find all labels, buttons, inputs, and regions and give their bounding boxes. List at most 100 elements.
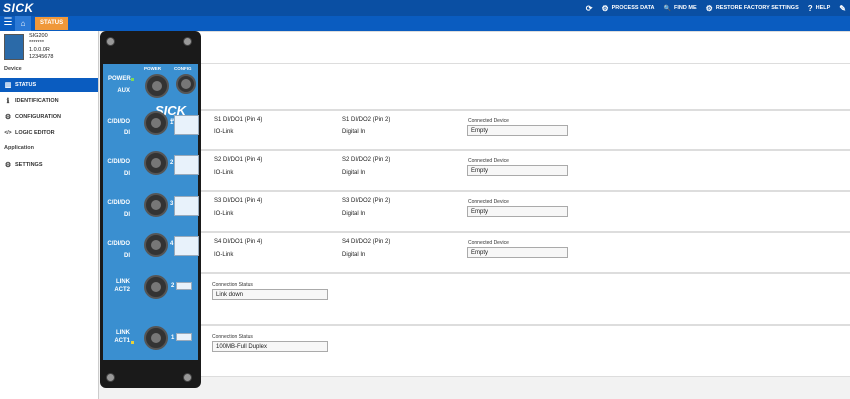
sick-logo: SICK (3, 1, 34, 15)
config-connector (176, 74, 196, 94)
section-application: Application (4, 145, 34, 151)
code-icon: </> (4, 130, 12, 136)
power-connector (145, 74, 169, 98)
process-data-label: PROCESS DATA (611, 5, 655, 11)
link1-label: LINK (116, 330, 130, 336)
section-device: Device (4, 66, 22, 72)
link-row-1: Connection Status 100MB-Full Duplex (100, 325, 850, 377)
connected-device-label: Connected Device (468, 118, 509, 124)
top-nav: ⟳ ⚙ PROCESS DATA 🔍 FIND ME ⚙ RESTORE FACTOR… (586, 0, 846, 16)
home-icon: ⌂ (20, 19, 26, 28)
chart-icon: ▥ (4, 82, 12, 89)
help-icon: ? (807, 3, 813, 13)
pin2-label: S1 DI/DO2 (Pin 2) (342, 117, 391, 123)
sidebar-item-status[interactable]: ▥ STATUS (0, 78, 98, 92)
port1-number: 1 (170, 120, 174, 126)
ethernet-port2-label-field (176, 282, 192, 290)
port2-number: 2 (170, 160, 174, 166)
mount-screw (106, 373, 115, 382)
connected-device-label: Connected Device (468, 158, 509, 164)
breadcrumb-status[interactable]: STATUS (35, 17, 69, 30)
sidebar-item-label: SETTINGS (15, 162, 43, 168)
port3-label-field (174, 196, 199, 216)
help-label: HELP (815, 5, 831, 11)
sidebar-item-label: CONFIGURATION (15, 114, 62, 120)
pin4-label: S3 DI/DO1 (Pin 4) (214, 198, 263, 204)
port-row-s1: S1 DI/DO1 (Pin 4) IO-Link S1 DI/DO2 (Pin… (100, 110, 850, 150)
connected-device-field: Empty (467, 125, 568, 136)
info-icon: ℹ (6, 98, 10, 105)
top-label-config: CONFIG (174, 66, 192, 71)
link2-label: LINK (116, 279, 130, 285)
pin4-label: S2 DI/DO1 (Pin 4) (214, 157, 263, 163)
act1-label: ACT1 (114, 338, 130, 344)
act2-label: ACT2 (114, 287, 130, 293)
pin4-value: IO-Link (214, 211, 234, 217)
pin4-label: S1 DI/DO1 (Pin 4) (214, 117, 263, 123)
refresh-button[interactable]: ⟳ (586, 4, 593, 13)
menu-toggle-button[interactable]: ☰ (1, 17, 15, 30)
port-row-s4: S4 DI/DO1 (Pin 4) IO-Link S4 DI/DO2 (Pin… (100, 232, 850, 273)
pin2-value: Digital In (342, 129, 366, 135)
sidebar-item-logic-editor[interactable]: </> LOGIC EDITOR (0, 126, 98, 140)
help-button[interactable]: ? HELP (808, 4, 831, 13)
connected-device-field: Empty (467, 206, 568, 217)
port4-label-field (174, 236, 199, 256)
connected-device-label: Connected Device (468, 240, 509, 246)
pin2-value: Digital In (342, 211, 366, 217)
pin4-value: IO-Link (214, 252, 234, 258)
port1-label-cdido: C/DI/DO (107, 119, 130, 125)
refresh-icon: ⟳ (585, 3, 593, 13)
label-power: POWER (108, 76, 131, 82)
sidebar-item-label: IDENTIFICATION (15, 98, 59, 104)
port4-number: 4 (170, 241, 174, 247)
edit-button[interactable]: ✎ (839, 4, 846, 13)
mount-screw (183, 373, 192, 382)
restore-factory-settings-button[interactable]: ⚙ RESTORE FACTORY SETTINGS (706, 4, 799, 13)
sidebar-item-identification[interactable]: ℹ IDENTIFICATION (0, 94, 98, 108)
pin2-label: S4 DI/DO2 (Pin 2) (342, 239, 391, 245)
restore-factory-settings-label: RESTORE FACTORY SETTINGS (715, 5, 799, 11)
port2-label-cdido: C/DI/DO (107, 159, 130, 165)
find-me-label: FIND ME (674, 5, 697, 11)
port1-label-di: DI (124, 130, 130, 136)
port-row-s3: S3 DI/DO1 (Pin 4) IO-Link S3 DI/DO2 (Pin… (100, 191, 850, 232)
sidebar-item-settings[interactable]: ⚙ SETTINGS (0, 158, 98, 172)
pin4-value: IO-Link (214, 170, 234, 176)
port1-connector (144, 111, 168, 135)
sidebar-item-configuration[interactable]: ⚙ CONFIGURATION (0, 110, 98, 124)
label-aux: AUX (117, 88, 130, 94)
gears-icon: ⚙ (4, 114, 12, 121)
pin2-value: Digital In (342, 170, 366, 176)
find-me-button[interactable]: 🔍 FIND ME (664, 5, 697, 12)
top-bar: SICK ⟳ ⚙ PROCESS DATA 🔍 FIND ME ⚙ RESTORE F… (0, 0, 850, 16)
home-button[interactable]: ⌂ (15, 16, 31, 31)
port-row-s2: S2 DI/DO1 (Pin 4) IO-Link S2 DI/DO2 (Pin… (100, 150, 850, 191)
ethernet-port1-number: 1 (171, 335, 175, 341)
sidebar-item-label: LOGIC EDITOR (15, 130, 55, 136)
port4-label-di: DI (124, 253, 130, 259)
port3-label-cdido: C/DI/DO (107, 200, 130, 206)
pencil-icon: ✎ (839, 3, 846, 13)
sidebar-item-label: STATUS (15, 82, 37, 88)
sidebar: SIG200 ******* 1.0.0.0R 12345678 Device … (0, 31, 99, 399)
process-data-button[interactable]: ⚙ PROCESS DATA (601, 4, 654, 13)
search-icon: 🔍 (663, 5, 672, 12)
port3-connector (144, 193, 168, 217)
ethernet-port2-connector (144, 275, 168, 299)
port3-label-di: DI (124, 212, 130, 218)
connected-device-label: Connected Device (468, 199, 509, 205)
device-thumbnail (4, 34, 24, 60)
device-serial: 12345678 (29, 54, 54, 60)
pin2-value: Digital In (342, 252, 366, 258)
connected-device-field: Empty (467, 247, 568, 258)
device-version: 1.0.0.0R (29, 47, 50, 53)
port2-label-di: DI (124, 171, 130, 177)
device-name: SIG200 (29, 33, 48, 39)
device-stars: ******* (29, 40, 44, 46)
port2-label-field (174, 155, 199, 175)
device-info: SIG200 ******* 1.0.0.0R 12345678 (29, 33, 53, 61)
mount-screw (183, 37, 192, 46)
port1-label-field (174, 115, 199, 135)
gears-icon: ⚙ (4, 162, 12, 169)
